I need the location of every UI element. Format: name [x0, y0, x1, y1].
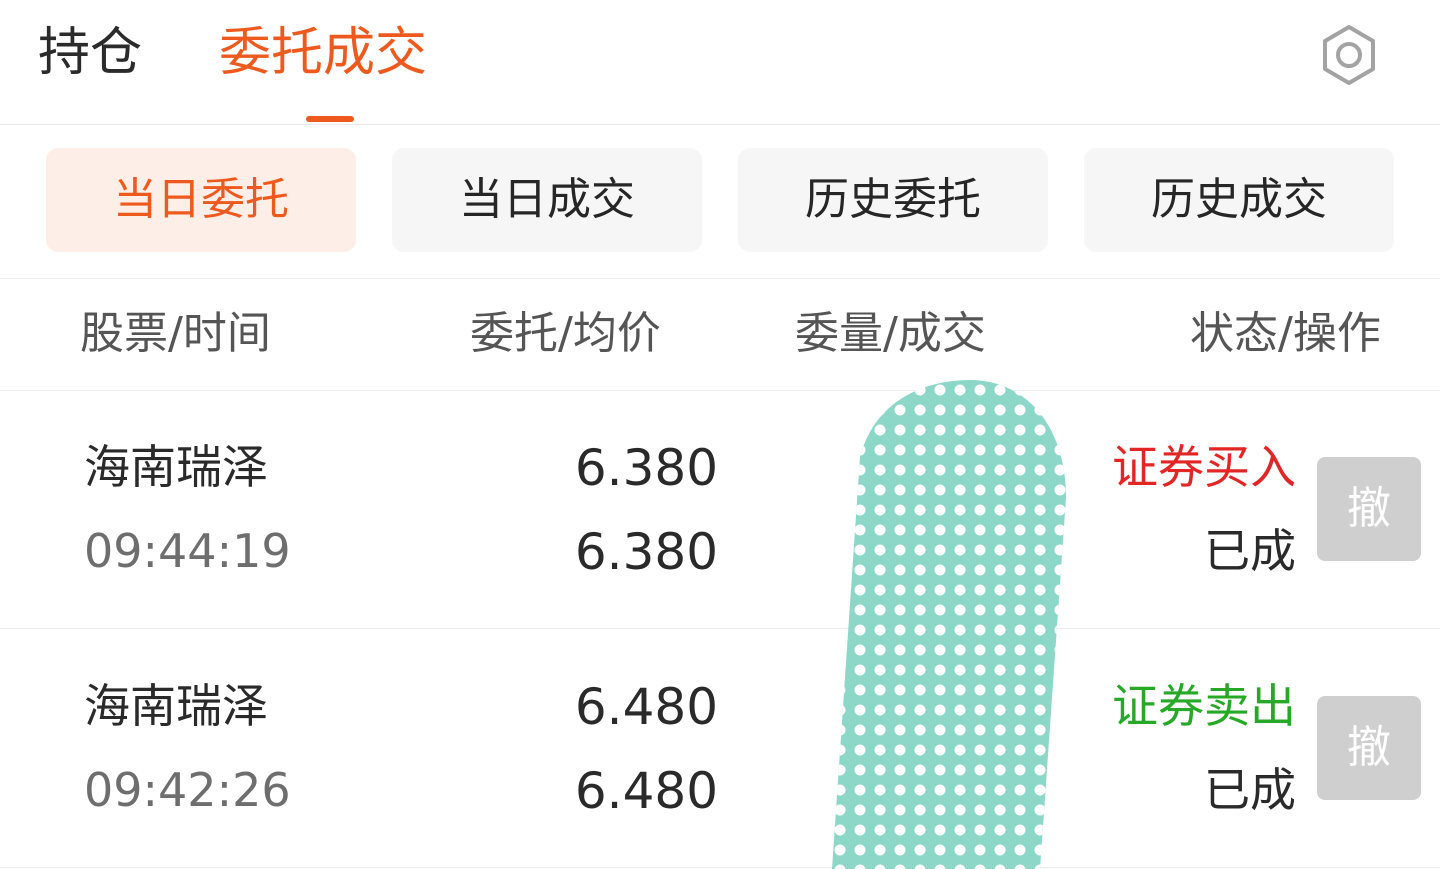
order-status: 已成 [1204, 763, 1296, 817]
cancel-order-button[interactable]: 撤 [1317, 696, 1421, 800]
top-tab-bar: 持仓 委托成交 [0, 0, 1440, 125]
header-stock-time: 股票/时间 [80, 308, 271, 359]
table-row[interactable]: 海南瑞泽 09:44:19 6.380 6.380 证券买入 已成 撤 [0, 390, 1440, 629]
order-type-sell: 证券卖出 [1112, 679, 1296, 733]
order-price: 6.480 [574, 678, 718, 736]
active-tab-indicator [306, 116, 354, 122]
average-price: 6.480 [574, 762, 718, 820]
filter-history-orders[interactable]: 历史委托 [738, 148, 1048, 252]
orders-page: 持仓 委托成交 当日委托 当日成交 历史委托 历史成交 股票/时间 委托/均价 … [0, 0, 1440, 869]
order-time: 09:42:26 [84, 763, 291, 817]
tab-holdings[interactable]: 持仓 [38, 20, 142, 86]
gear-icon[interactable] [1314, 20, 1384, 90]
stock-name: 海南瑞泽 [84, 440, 268, 494]
table-row[interactable]: 海南瑞泽 09:42:26 6.480 6.480 证券卖出 已成 撤 [0, 629, 1440, 868]
stock-name: 海南瑞泽 [84, 679, 268, 733]
cancel-order-button[interactable]: 撤 [1317, 457, 1421, 561]
order-status: 已成 [1204, 524, 1296, 578]
order-type-buy: 证券买入 [1112, 440, 1296, 494]
filter-today-trades[interactable]: 当日成交 [392, 148, 702, 252]
tab-orders-trades[interactable]: 委托成交 [219, 20, 427, 86]
average-price: 6.380 [574, 523, 718, 581]
header-status-action: 状态/操作 [1190, 308, 1381, 359]
order-price: 6.380 [574, 439, 718, 497]
filter-today-orders[interactable]: 当日委托 [46, 148, 356, 252]
header-order-avg: 委托/均价 [470, 308, 661, 359]
order-filter-tabs: 当日委托 当日成交 历史委托 历史成交 [0, 124, 1440, 279]
order-time: 09:44:19 [84, 524, 291, 578]
filter-history-trades[interactable]: 历史成交 [1084, 148, 1394, 252]
table-header: 股票/时间 委托/均价 委量/成交 状态/操作 [0, 278, 1440, 391]
privacy-mask-patch [832, 380, 1066, 869]
header-qty-filled: 委量/成交 [795, 308, 986, 359]
